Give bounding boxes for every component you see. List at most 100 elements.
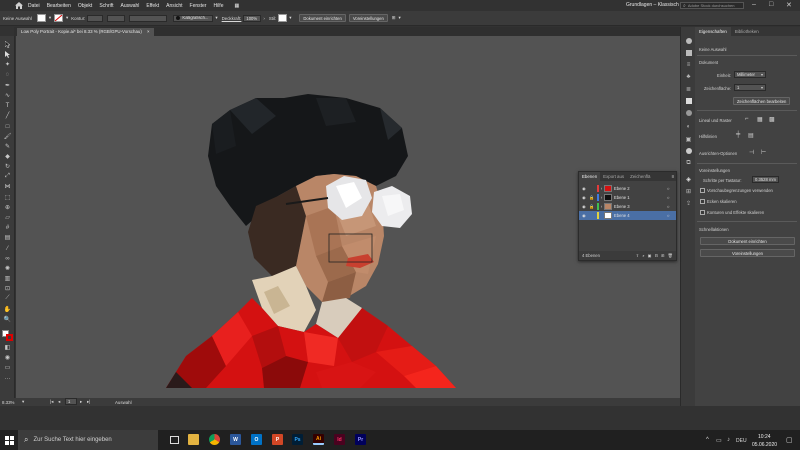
zoom-tool-icon[interactable]: 🔍 <box>3 316 12 323</box>
menu-bearbeiten[interactable]: Bearbeiten <box>47 3 71 9</box>
chevron-down-icon[interactable]: ▾ <box>761 72 763 77</box>
rectangle-tool-icon[interactable]: □ <box>3 123 12 130</box>
opacity-label[interactable]: Deckkraft: <box>222 16 242 21</box>
chevron-down-icon[interactable]: ▾ <box>289 15 291 21</box>
selection-tool-icon[interactable] <box>3 41 12 48</box>
scale-strokes-checkbox[interactable] <box>700 210 705 215</box>
stroke-swatch[interactable] <box>54 14 64 22</box>
asset-export-panel-icon[interactable]: ⇪ <box>684 199 693 207</box>
fill-swatch[interactable] <box>36 14 46 22</box>
ruler-icon[interactable]: ⌐ <box>745 116 749 122</box>
shape-builder-tool-icon[interactable]: ⊕ <box>3 204 12 211</box>
guides-icon[interactable]: ╪ <box>736 132 740 138</box>
chevron-down-icon[interactable]: ▾ <box>66 15 68 21</box>
shaper-tool-icon[interactable]: ✎ <box>3 143 12 150</box>
layer-name[interactable]: Ebene 1 <box>614 195 667 200</box>
panel-menu-icon[interactable]: ≡ <box>669 172 676 181</box>
clock-date[interactable]: 05.06.2020 <box>752 442 777 448</box>
arrange-icon[interactable]: ⊞ <box>392 15 396 21</box>
minimize-icon[interactable]: – <box>752 1 756 8</box>
first-artboard-icon[interactable]: |◂ <box>50 399 53 405</box>
new-layer-icon[interactable]: ⊞ <box>661 253 665 258</box>
file-explorer-icon[interactable] <box>188 434 199 445</box>
volume-icon[interactable]: ♪ <box>727 437 730 443</box>
artboards-panel-icon[interactable]: ⊞ <box>684 187 693 195</box>
stock-search[interactable]: ⌕ Adobe Stock durchsuchen <box>680 2 744 9</box>
brush-definition-field[interactable]: Kalligrafisch... <box>173 14 214 22</box>
new-sublayer-icon[interactable]: ⊟ <box>655 253 659 258</box>
rotate-tool-icon[interactable]: ↻ <box>3 163 12 170</box>
chrome-icon[interactable] <box>209 434 220 445</box>
curvature-tool-icon[interactable]: ∿ <box>3 92 12 99</box>
menu-hilfe[interactable]: Hilfe <box>213 3 223 9</box>
direct-selection-tool-icon[interactable] <box>3 51 12 58</box>
fill-stroke-widget[interactable] <box>2 330 13 341</box>
free-transform-tool-icon[interactable]: ⬚ <box>3 194 12 201</box>
width-tool-icon[interactable]: ⋈ <box>3 183 12 190</box>
tray-arrow-icon[interactable]: ^ <box>706 437 709 443</box>
current-tool-status[interactable]: Auswahl <box>115 400 132 405</box>
visibility-eye-icon[interactable]: ◉ <box>579 186 589 191</box>
paintbrush-tool-icon[interactable]: 🖌 <box>3 133 12 140</box>
magic-wand-tool-icon[interactable]: ✦ <box>3 61 12 68</box>
network-icon[interactable]: ▭ <box>716 437 722 444</box>
menu-objekt[interactable]: Objekt <box>78 3 92 9</box>
target-circle-icon[interactable]: ○ <box>667 204 673 209</box>
gradient-panel-icon[interactable] <box>684 97 693 105</box>
transform-panel-icon[interactable]: ⧉ <box>684 159 693 167</box>
color-panel-icon[interactable] <box>684 37 693 45</box>
lock-icon[interactable]: 🔒 <box>589 204 597 210</box>
preview-bounds-checkbox[interactable] <box>700 188 705 193</box>
layer-row-selected[interactable]: ◉ Ebene 4 ○ <box>579 211 676 220</box>
clock-time[interactable]: 10:24 <box>758 434 771 440</box>
scale-corners-checkbox[interactable] <box>700 199 705 204</box>
document-tab[interactable]: Low Poly Portrait - Kopie.ai* bei 8.33 %… <box>17 28 154 36</box>
draw-mode-icon[interactable]: ◉ <box>3 354 12 361</box>
close-icon[interactable]: ✕ <box>786 1 792 9</box>
premiere-icon[interactable]: Pr <box>355 434 366 445</box>
target-circle-icon[interactable]: ○ <box>667 213 673 218</box>
target-circle-icon[interactable]: ○ <box>667 186 673 191</box>
visibility-eye-icon[interactable]: ◉ <box>579 195 589 200</box>
notifications-icon[interactable]: ▢ <box>786 436 793 444</box>
variable-width-field[interactable] <box>107 14 126 22</box>
brush-profile-field[interactable] <box>129 14 168 22</box>
pen-tool-icon[interactable]: ✒ <box>3 82 12 89</box>
chevron-down-icon[interactable]: ▾ <box>49 15 51 21</box>
word-icon[interactable]: W <box>230 434 241 445</box>
edit-toolbar-icon[interactable]: ··· <box>3 375 12 382</box>
visibility-eye-icon[interactable]: ◉ <box>579 213 589 218</box>
chevron-down-icon[interactable]: ▾ <box>215 15 217 21</box>
language-indicator[interactable]: DEU <box>736 438 747 444</box>
align-panel-icon[interactable] <box>684 147 693 155</box>
delete-layer-icon[interactable]: 🗑 <box>668 253 673 259</box>
zoom-level[interactable]: 8.33% <box>2 400 14 405</box>
layers-panel-icon[interactable]: ◈ <box>684 175 693 183</box>
stroke-panel-icon[interactable]: ≣ <box>684 85 693 93</box>
workspace-switcher[interactable]: Grundlagen – Klassisch <box>626 2 679 8</box>
hand-tool-icon[interactable]: ✋ <box>3 306 12 313</box>
chevron-down-icon[interactable]: ▾ <box>761 85 763 90</box>
locate-object-icon[interactable]: ⌕ <box>642 253 644 258</box>
transparency-panel-icon[interactable] <box>684 109 693 117</box>
artboard-tool-icon[interactable]: ⊡ <box>3 285 12 292</box>
lasso-tool-icon[interactable]: ◌ <box>3 71 12 78</box>
grid-icon[interactable]: ▦ <box>757 116 763 123</box>
photoshop-icon[interactable]: Ps <box>292 434 303 445</box>
scale-tool-icon[interactable]: ⤢ <box>3 173 12 180</box>
layer-name[interactable]: Ebene 3 <box>614 204 667 209</box>
taskbar-search-box[interactable]: ⌕ Zur Suche Text hier eingeben <box>18 430 158 450</box>
line-tool-icon[interactable]: ╱ <box>3 112 12 119</box>
previous-artboard-icon[interactable]: ◂ <box>58 399 60 405</box>
layer-row[interactable]: ◉ 🔒 › Ebene 3 ○ <box>579 202 676 211</box>
graphic-styles-panel-icon[interactable]: ▣ <box>684 135 693 143</box>
maximize-icon[interactable]: □ <box>769 1 773 8</box>
menu-datei[interactable]: Datei <box>28 3 40 9</box>
last-artboard-icon[interactable]: ▸| <box>87 399 90 405</box>
perspective-grid-tool-icon[interactable]: ▱ <box>3 214 12 221</box>
layer-row[interactable]: ◉ › Ebene 2 ○ <box>579 184 676 193</box>
tab-libraries[interactable]: Bibliotheken <box>731 27 763 36</box>
windows-start-icon[interactable] <box>0 435 18 445</box>
screen-mode-icon[interactable]: ▭ <box>3 364 12 371</box>
task-view-icon[interactable] <box>170 436 179 444</box>
